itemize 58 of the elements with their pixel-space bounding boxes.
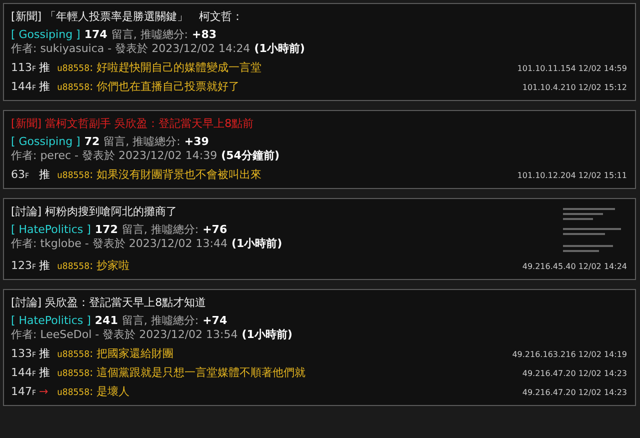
post-age: (1小時前): [231, 237, 282, 251]
comment-count: 72: [84, 135, 100, 149]
post-card[interactable]: [3, 289, 636, 406]
comment-text: : 是壞人: [90, 384, 131, 399]
push-tag: 推: [39, 60, 57, 75]
author-line: 作者: perec - 發表於 2023/12/02 14:39: [11, 149, 218, 163]
post-title[interactable]: [討論] 柯粉肉搜到嗆阿北的攤商了: [11, 205, 282, 219]
board-link[interactable]: [ Gossiping ]: [11, 135, 80, 149]
comment-user[interactable]: u88558: [57, 367, 90, 382]
comment-user[interactable]: u88558: [57, 386, 90, 401]
board-link[interactable]: [ HatePolitics ]: [11, 314, 91, 328]
score: +39: [184, 135, 209, 149]
comment-count: 172: [94, 223, 118, 237]
score: +74: [202, 314, 228, 328]
comment-user[interactable]: u88558: [57, 260, 90, 275]
author-line: 作者: tkglobe - 發表於 2023/12/02 13:44: [11, 237, 228, 251]
comment-text: : 好啦趕快開自己的媒體變成一言堂: [90, 60, 263, 75]
board-link[interactable]: [ Gossiping ]: [11, 28, 80, 42]
comment-text: : 把國家還給財團: [90, 346, 175, 361]
comment-meta: 49.216.47.20 12/02 14:23: [522, 387, 627, 399]
push-tag: 推: [39, 365, 57, 380]
comment-text: : 這個黨跟就是只想一言堂媒體不順著他們就: [90, 365, 307, 380]
comment-user[interactable]: u88558: [57, 169, 90, 184]
post-card[interactable]: [3, 3, 636, 101]
push-tag: 推: [39, 79, 57, 94]
push-tag: 推: [39, 346, 57, 361]
comment-label: 留言, 推噓總分:: [122, 314, 199, 328]
post-title[interactable]: [新聞] 當柯文哲副手 吳欣盈：登記當天早上8點前: [11, 117, 280, 131]
comment-meta: 49.216.163.216 12/02 14:19: [512, 349, 627, 361]
post-title[interactable]: [討論] 吳欣盈：登記當天早上8點才知道: [11, 296, 292, 310]
comment-text: : 你們也在直播自己投票就好了: [90, 79, 241, 94]
author-line: 作者: LeeSeDol - 發表於 2023/12/02 13:54: [11, 328, 238, 342]
push-tag: →: [39, 384, 57, 399]
post-age: (1小時前): [242, 328, 292, 342]
comment-user[interactable]: u88558: [57, 348, 90, 363]
post-title[interactable]: [新聞] 「年輕人投票率是勝選關鍵」 柯文哲：: [11, 10, 305, 24]
comment-user[interactable]: u88558: [57, 62, 90, 77]
comment-meta: 49.216.45.40 12/02 14:24: [522, 261, 627, 273]
push-tag: 推: [39, 258, 57, 273]
push-tag: 推: [39, 167, 57, 182]
comment-meta: 101.10.4.210 12/02 15:12: [522, 82, 627, 94]
comment-meta: 49.216.47.20 12/02 14:23: [522, 368, 627, 380]
comment-text: : 如果沒有財團背景也不會被叫出來: [90, 167, 263, 182]
comment-label: 留言, 推噓總分:: [111, 28, 188, 42]
comment-label: 留言, 推噓總分:: [104, 135, 180, 149]
author-line: 作者: sukiyasuica - 發表於 2023/12/02 14:24: [11, 42, 250, 56]
comment-count: 241: [94, 314, 118, 328]
board-link[interactable]: [ HatePolitics ]: [11, 223, 91, 237]
score: +83: [192, 28, 217, 42]
post-age: (54分鐘前): [221, 149, 280, 163]
post-age: (1小時前): [254, 42, 305, 56]
comment-label: 留言, 推噓總分:: [122, 223, 199, 237]
comment-meta: 101.10.12.204 12/02 15:11: [517, 170, 627, 182]
score: +76: [202, 223, 228, 237]
comment-count: 174: [84, 28, 108, 42]
comment-meta: 101.10.11.154 12/02 14:59: [517, 63, 627, 75]
comment-user[interactable]: u88558: [57, 81, 90, 96]
comment-text: : 抄家啦: [90, 258, 131, 273]
